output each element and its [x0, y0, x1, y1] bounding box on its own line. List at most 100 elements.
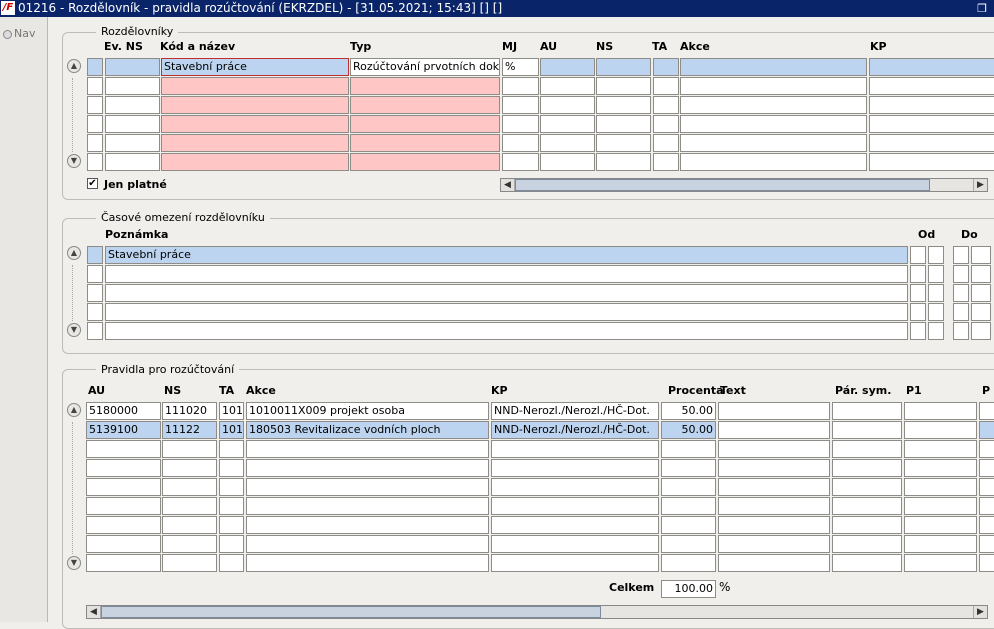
field-p1[interactable]	[904, 497, 977, 515]
field-od[interactable]	[910, 303, 926, 321]
field-au[interactable]	[540, 115, 595, 133]
field-p1[interactable]	[904, 516, 977, 534]
field-ta[interactable]	[219, 535, 244, 553]
field-ns[interactable]	[596, 58, 651, 76]
scroll-thumb[interactable]	[515, 179, 930, 191]
field-mj[interactable]	[502, 153, 539, 171]
field-ns[interactable]	[596, 153, 651, 171]
nav-radio-button[interactable]	[3, 30, 12, 39]
vertical-scroll-track[interactable]	[72, 78, 78, 152]
row-selector[interactable]	[87, 303, 103, 321]
row-selector[interactable]	[87, 153, 103, 171]
field-ta[interactable]	[219, 478, 244, 496]
field-ns[interactable]	[596, 115, 651, 133]
field-kp[interactable]	[491, 516, 659, 534]
field-au[interactable]	[540, 58, 595, 76]
field-kod-nazev[interactable]	[161, 134, 349, 152]
field-ev-ns[interactable]	[105, 134, 160, 152]
field-od[interactable]	[910, 265, 926, 283]
field-typ[interactable]: Rozúčtování prvotních dokladů	[350, 58, 500, 76]
field-typ[interactable]	[350, 77, 500, 95]
field-au[interactable]	[86, 516, 161, 534]
field-do[interactable]	[953, 303, 969, 321]
field-text[interactable]	[718, 459, 830, 477]
field-par-sym[interactable]	[832, 535, 902, 553]
field-procenta[interactable]: 50.00	[661, 421, 716, 439]
field-do[interactable]	[953, 322, 969, 340]
field-akce[interactable]	[680, 134, 867, 152]
field-kp[interactable]	[491, 535, 659, 553]
field-ta[interactable]	[653, 115, 679, 133]
field-procenta[interactable]	[661, 459, 716, 477]
field-akce[interactable]	[246, 478, 489, 496]
field-p2[interactable]	[979, 459, 994, 477]
field-kp[interactable]	[869, 153, 994, 171]
field-ta[interactable]	[219, 516, 244, 534]
field-typ[interactable]	[350, 115, 500, 133]
scroll-left-icon[interactable]: ◀	[87, 606, 101, 618]
field-procenta[interactable]	[661, 535, 716, 553]
field-ta[interactable]: 101	[219, 421, 244, 439]
field-p1[interactable]	[904, 535, 977, 553]
field-kp[interactable]	[491, 554, 659, 572]
field-kp[interactable]: NND-Nerozl./Nerozl./HČ-Dot.	[491, 402, 659, 420]
field-akce[interactable]	[680, 77, 867, 95]
field-kp[interactable]	[491, 497, 659, 515]
field-text[interactable]	[718, 535, 830, 553]
field-au[interactable]	[86, 440, 161, 458]
horizontal-scrollbar[interactable]: ◀ ▶	[500, 178, 988, 192]
field-procenta[interactable]: 50.00	[661, 402, 716, 420]
scroll-down-icon[interactable]: ▼	[67, 154, 81, 168]
field-akce[interactable]: 1010011X009 projekt osoba	[246, 402, 489, 420]
field-text[interactable]	[718, 402, 830, 420]
field-procenta[interactable]	[661, 554, 716, 572]
jen-platne-checkbox[interactable]: ✔	[87, 178, 98, 189]
row-selector[interactable]	[87, 322, 103, 340]
field-ev-ns[interactable]	[105, 77, 160, 95]
field-p1[interactable]	[904, 402, 977, 420]
field-text[interactable]	[718, 497, 830, 515]
field-do-2[interactable]	[971, 246, 991, 264]
field-od-2[interactable]	[928, 284, 944, 302]
field-ev-ns[interactable]	[105, 96, 160, 114]
field-mj[interactable]	[502, 115, 539, 133]
field-au[interactable]	[540, 77, 595, 95]
field-ns[interactable]	[162, 497, 217, 515]
field-akce[interactable]	[246, 554, 489, 572]
field-do-2[interactable]	[971, 284, 991, 302]
field-poznamka[interactable]	[105, 322, 908, 340]
field-text[interactable]	[718, 554, 830, 572]
field-p2[interactable]	[979, 440, 994, 458]
row-selector[interactable]	[87, 96, 103, 114]
field-par-sym[interactable]	[832, 402, 902, 420]
field-par-sym[interactable]	[832, 421, 902, 439]
field-akce[interactable]	[246, 459, 489, 477]
field-p1[interactable]	[904, 421, 977, 439]
field-akce[interactable]	[246, 440, 489, 458]
field-kp[interactable]	[491, 478, 659, 496]
field-au[interactable]	[86, 535, 161, 553]
field-kp[interactable]	[869, 115, 994, 133]
field-text[interactable]	[718, 440, 830, 458]
field-ns[interactable]: 111020	[162, 402, 217, 420]
field-par-sym[interactable]	[832, 497, 902, 515]
field-procenta[interactable]	[661, 516, 716, 534]
restore-window-icon[interactable]: ❐	[975, 2, 989, 15]
field-text[interactable]	[718, 478, 830, 496]
field-au[interactable]	[86, 459, 161, 477]
row-selector[interactable]	[87, 115, 103, 133]
field-ns[interactable]: 11122	[162, 421, 217, 439]
field-par-sym[interactable]	[832, 459, 902, 477]
field-par-sym[interactable]	[832, 478, 902, 496]
field-do-2[interactable]	[971, 322, 991, 340]
scroll-right-icon[interactable]: ▶	[973, 179, 987, 191]
row-selector[interactable]	[87, 265, 103, 283]
field-mj[interactable]	[502, 96, 539, 114]
scroll-down-icon[interactable]: ▼	[67, 323, 81, 337]
field-p2[interactable]	[979, 554, 994, 572]
row-selector[interactable]	[87, 246, 103, 264]
field-par-sym[interactable]	[832, 440, 902, 458]
field-ns[interactable]	[162, 440, 217, 458]
row-selector[interactable]	[87, 77, 103, 95]
field-poznamka[interactable]	[105, 303, 908, 321]
